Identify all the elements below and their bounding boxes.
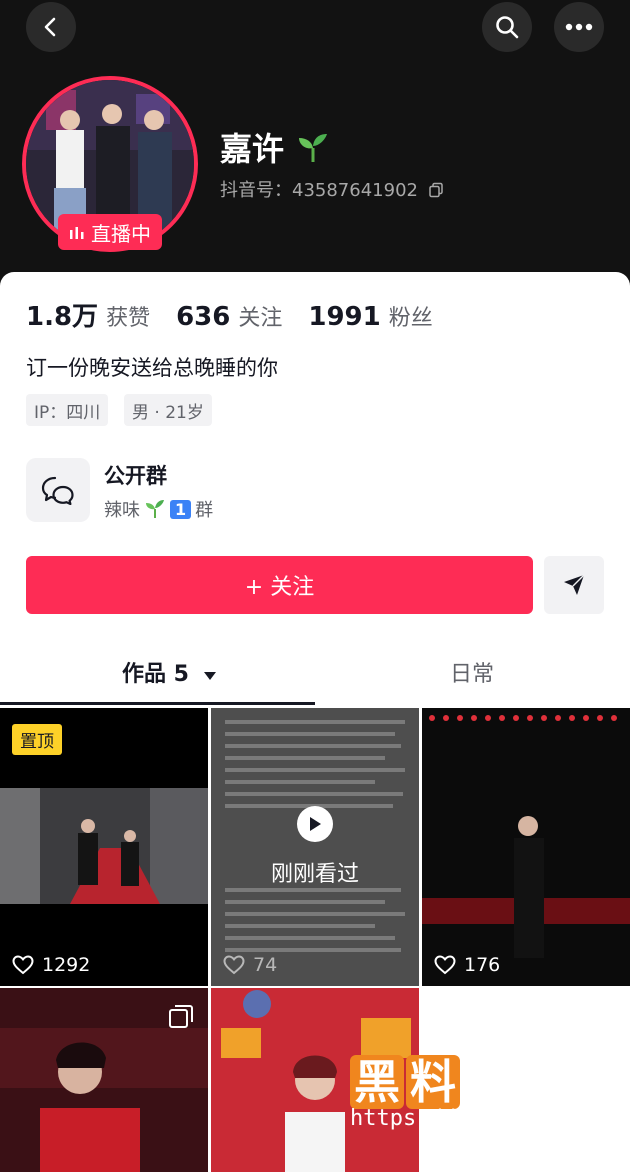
watermark-rest: 不打烊	[460, 1055, 598, 1109]
watermark-brand: 黑料不打烊	[350, 1046, 598, 1112]
heart-icon	[434, 955, 456, 975]
video-likes: 176	[434, 954, 500, 976]
tab-daily[interactable]: 日常	[450, 656, 494, 688]
gender-age-tag: 男 · 21岁	[124, 394, 212, 426]
watermark-char-1: 黑	[350, 1055, 404, 1109]
back-button[interactable]	[26, 2, 76, 52]
video-likes: 1292	[12, 954, 90, 976]
douyin-id: 抖音号：43587641902	[220, 176, 444, 202]
sprout-icon	[146, 500, 164, 518]
group-title[interactable]: 公开群	[104, 460, 167, 490]
video-likes: 74	[223, 954, 277, 976]
likes-count: 1.8万	[26, 302, 99, 332]
play-button[interactable]	[297, 806, 333, 842]
group-subtitle-prefix: 辣味	[104, 500, 140, 521]
following-count[interactable]: 636	[176, 302, 230, 332]
douyin-id-text: 抖音号：43587641902	[220, 180, 418, 201]
multi-image-icon	[169, 1005, 193, 1028]
group-number-badge: 1	[170, 499, 192, 519]
group-icon-box[interactable]	[26, 458, 90, 522]
play-icon	[310, 817, 321, 831]
group-subtitle-suffix: 群	[195, 500, 214, 521]
stats-row: 1.8万 获赞 636 关注 1991 粉丝	[26, 296, 459, 333]
triangle-down-icon	[203, 672, 216, 680]
live-badge-label: 直播中	[91, 221, 151, 246]
video-thumbnail[interactable]	[0, 988, 208, 1172]
live-bars-icon	[70, 227, 84, 239]
video-thumbnail[interactable]: 置顶 1292	[0, 708, 208, 986]
profile-name: 嘉许	[220, 124, 331, 170]
video-thumbnail[interactable]: 176	[422, 708, 630, 986]
live-badge[interactable]: 直播中	[58, 214, 162, 250]
heart-icon	[12, 955, 34, 975]
search-icon	[496, 16, 519, 39]
video-thumbnail[interactable]: 刚刚看过 74	[211, 708, 419, 986]
video-cover	[211, 708, 419, 986]
follow-button[interactable]: + 关注	[26, 556, 533, 614]
share-button[interactable]	[544, 556, 604, 614]
video-cover	[422, 708, 630, 986]
group-subtitle: 辣味 1 群	[104, 496, 213, 522]
video-likes-count: 176	[464, 954, 501, 976]
ip-tag: IP：四川	[26, 394, 109, 426]
followers-count[interactable]: 1991	[308, 302, 380, 332]
more-icon	[565, 23, 593, 31]
copy-icon[interactable]	[428, 182, 444, 198]
video-likes-count: 74	[253, 954, 278, 976]
send-icon	[564, 574, 585, 595]
video-likes-count: 1292	[42, 954, 91, 976]
following-label[interactable]: 关注	[238, 300, 282, 332]
likes-label: 获赞	[106, 306, 151, 331]
tab-works-label: 作品 5	[122, 662, 189, 687]
pinned-badge: 置顶	[12, 724, 62, 755]
chevron-left-icon	[44, 17, 56, 37]
watermark-char-2: 料	[406, 1055, 460, 1109]
heart-icon	[223, 955, 245, 975]
more-button[interactable]	[554, 2, 604, 52]
tab-indicator	[0, 702, 315, 705]
recently-watched-label: 刚刚看过	[270, 862, 359, 887]
profile-name-text: 嘉许	[220, 130, 285, 168]
tab-works[interactable]: 作品 5	[122, 656, 217, 688]
chat-group-icon	[41, 476, 74, 505]
followers-label[interactable]: 粉丝	[389, 300, 433, 332]
bio: 订一份晚安送给总晚睡的你	[26, 356, 278, 380]
sprout-icon	[299, 134, 328, 162]
watermark-url: https://bbdy14.com	[350, 1106, 589, 1131]
search-button[interactable]	[482, 2, 532, 52]
